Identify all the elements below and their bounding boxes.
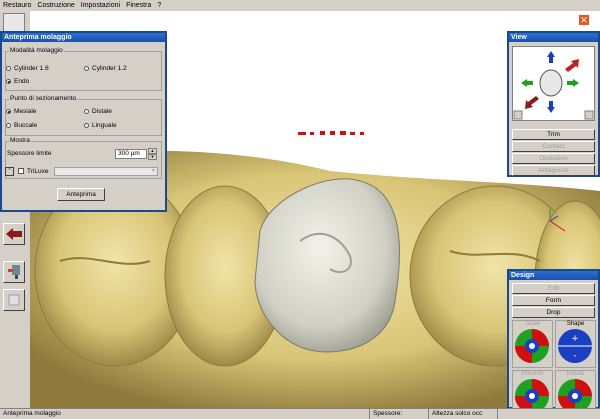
back-arrow-icon[interactable] <box>3 223 25 245</box>
radio-icon <box>84 123 89 128</box>
view-orientation-widget[interactable] <box>512 46 595 121</box>
radio-label: Distale <box>92 108 112 115</box>
section-radio-linguale[interactable]: Linguale <box>84 122 117 129</box>
section-radio-distale[interactable]: Distale <box>84 108 112 115</box>
arrow-diagonal-red-icon <box>565 59 579 72</box>
edit-button[interactable]: Edit <box>512 283 595 294</box>
menu-finestra[interactable]: Finestra <box>123 2 154 9</box>
triluxe-label: TriLuxe <box>27 168 49 175</box>
svg-text:-: - <box>573 351 576 361</box>
shape-dial-icon: + - <box>558 329 592 363</box>
rotate-tool[interactable]: Rotate <box>555 370 596 410</box>
design-panel: Design Edit Form Drop Scale Shape + - Po… <box>507 269 600 410</box>
arrow-right-icon <box>567 79 579 87</box>
scale-tool[interactable]: Scale <box>512 320 553 368</box>
chevron-down-icon: ▼ <box>151 168 156 174</box>
radio-label: Cylinder 1.2 <box>92 65 127 72</box>
mode-radio-cyl16[interactable]: Cylinder 1.6 <box>6 65 49 72</box>
mode-group-label: Modalità molaggio <box>9 47 64 54</box>
radio-label: Cylinder 1.6 <box>14 65 49 72</box>
thickness-spinner[interactable]: ▲ ▼ <box>148 148 157 160</box>
thickness-value: 300 µm <box>118 150 140 157</box>
drop-button[interactable]: Drop <box>512 307 595 318</box>
show-group-label: Mostra <box>9 137 31 144</box>
collapse-icon: ⌃ <box>7 168 12 174</box>
preview-panel-title: Anteprima molaggio <box>2 33 165 42</box>
section-group-label: Punto di sezionamento <box>9 95 78 102</box>
preview-panel: Anteprima molaggio Modalità molaggio Cyl… <box>0 31 167 212</box>
menu-costruzione[interactable]: Costruzione <box>34 2 77 9</box>
contact-button[interactable]: Contact <box>512 141 595 152</box>
radio-icon <box>6 109 11 114</box>
section-radio-mesiale[interactable]: Mesiale <box>6 108 36 115</box>
svg-text:+: + <box>571 334 579 344</box>
menu-restauro[interactable]: Restauro <box>0 2 34 9</box>
radio-label: Mesiale <box>14 108 37 115</box>
arrow-down-icon <box>547 101 555 113</box>
radio-icon <box>84 66 89 71</box>
shape-tool[interactable]: Shape + - <box>555 320 596 368</box>
radio-label: Endo <box>14 78 30 85</box>
arrow-up-icon <box>547 51 555 63</box>
trim-button[interactable]: Trim <box>512 129 595 140</box>
antagonist-button[interactable]: Antagonist <box>512 165 595 176</box>
form-button[interactable]: Form <box>512 295 595 306</box>
radio-label: Linguale <box>92 122 117 129</box>
mode-radio-cyl12[interactable]: Cylinder 1.2 <box>84 65 127 72</box>
view-panel-title: View <box>509 33 598 42</box>
scale-dial-icon <box>515 329 549 363</box>
radio-icon <box>6 66 11 71</box>
close-button[interactable]: ✕ <box>578 14 590 26</box>
triluxe-checkbox[interactable] <box>18 168 24 174</box>
menu-help[interactable]: ? <box>154 2 164 9</box>
mode-radio-endo[interactable]: Endo <box>6 78 29 85</box>
thickness-input[interactable]: 300 µm <box>115 149 147 159</box>
radio-icon <box>6 123 11 128</box>
arrow-left-icon <box>521 79 533 87</box>
occlusion-button[interactable]: Occlusion <box>512 153 595 164</box>
zoom-out-icon <box>513 110 523 120</box>
spin-down-icon[interactable]: ▼ <box>148 154 157 160</box>
rotate-dial-icon <box>558 379 592 409</box>
margin-marker <box>298 131 364 135</box>
zoom-in-icon <box>584 110 594 120</box>
menu-impostazioni[interactable]: Impostazioni <box>78 2 123 9</box>
tooth-preview-icon <box>539 69 563 97</box>
thickness-label: Spessore limite <box>7 150 52 157</box>
section-group: Punto di sezionamento <box>5 95 162 136</box>
view-panel: View Trim Contact Occlusion Antagonist <box>507 31 600 177</box>
section-radio-buccale[interactable]: Buccale <box>6 122 37 129</box>
radio-icon <box>6 79 11 84</box>
arrow-diagonal-darkred-icon <box>525 96 539 109</box>
design-panel-title: Design <box>509 271 598 280</box>
export-icon[interactable] <box>3 289 25 311</box>
close-icon: ✕ <box>580 15 588 25</box>
preview-button[interactable]: Anteprima <box>57 188 105 201</box>
logo-icon <box>3 13 25 33</box>
position-dial-icon <box>515 379 549 409</box>
triluxe-select[interactable]: ▼ <box>54 167 158 176</box>
mill-tool-icon[interactable] <box>3 261 25 283</box>
position-tool[interactable]: Position <box>512 370 553 410</box>
radio-label: Buccale <box>14 122 38 129</box>
status-bar: Anteprima molaggio Spessore: Altezza sol… <box>0 408 600 419</box>
radio-icon <box>84 109 89 114</box>
collapse-button[interactable]: ⌃ <box>5 167 14 176</box>
